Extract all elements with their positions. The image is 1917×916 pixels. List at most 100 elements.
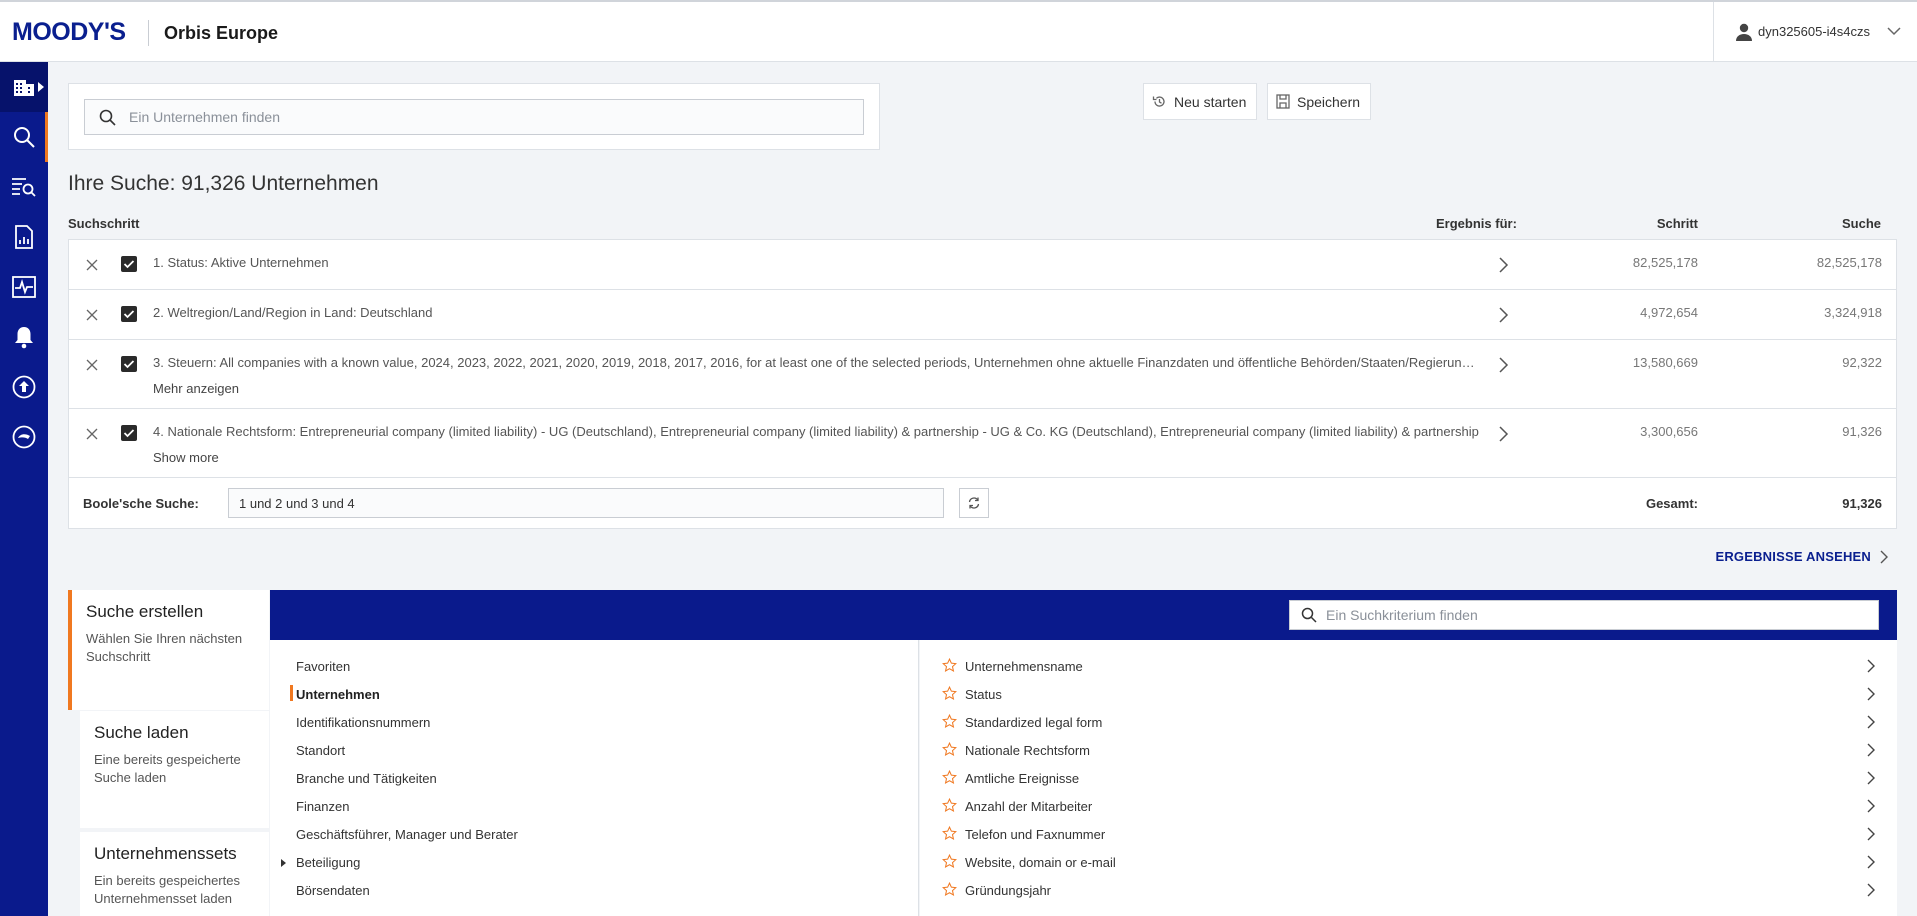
nav-monitoring[interactable] — [0, 262, 48, 312]
criteria-search-bar — [270, 590, 1897, 640]
tab-title: Suche erstellen — [86, 602, 204, 621]
category-item[interactable]: Standort — [296, 743, 345, 758]
tab-company-sets[interactable]: Unternehmenssets Ein bereits gespeichert… — [80, 832, 269, 916]
criteria-label: Anzahl der Mitarbeiter — [965, 799, 1093, 814]
category-item[interactable]: Finanzen — [296, 799, 349, 814]
chevron-right-icon — [1867, 883, 1875, 897]
category-item[interactable]: Geschäftsführer, Manager und Berater — [296, 827, 518, 842]
expand-arrow-icon[interactable] — [281, 859, 286, 867]
star-icon[interactable] — [942, 798, 957, 813]
category-item[interactable]: Börsendaten — [296, 883, 370, 898]
chevron-right-icon — [1867, 715, 1875, 729]
criteria-item[interactable]: Telefon und Faxnummer — [920, 823, 1897, 851]
nav-alerts[interactable] — [0, 312, 48, 362]
nav-search-list[interactable] — [0, 162, 48, 212]
boolean-search-row: Boole'sche Suche: Gesamt: 91,326 — [69, 478, 1896, 528]
category-item[interactable]: Unternehmen — [296, 687, 380, 702]
chevron-right-icon — [1867, 799, 1875, 813]
company-search-input[interactable] — [84, 99, 864, 135]
close-icon[interactable] — [85, 308, 99, 322]
tab-build-search[interactable]: Suche erstellen Wählen Sie Ihren nächste… — [68, 590, 269, 710]
nav-search[interactable] — [0, 112, 48, 162]
report-chart-icon — [15, 225, 33, 249]
chevron-right-icon — [1867, 771, 1875, 785]
total-label: Gesamt: — [1645, 496, 1698, 511]
close-icon[interactable] — [85, 427, 99, 441]
step-checkbox[interactable] — [121, 256, 137, 272]
view-results-label: ERGEBNISSE ANSEHEN — [1715, 549, 1871, 564]
category-item[interactable]: Favoriten — [296, 659, 350, 674]
selected-indicator — [290, 685, 293, 701]
chevron-down-icon[interactable] — [1887, 26, 1901, 36]
tab-description: Wählen Sie Ihren nächsten Suchschritt — [86, 631, 243, 664]
criteria-label: Website, domain or e-mail — [965, 855, 1116, 870]
boolean-search-input[interactable] — [228, 488, 944, 518]
step-text[interactable]: 2. Weltregion/Land/Region in Land: Deuts… — [153, 305, 1481, 320]
star-icon[interactable] — [942, 826, 957, 841]
star-icon[interactable] — [942, 882, 957, 897]
step-checkbox[interactable] — [121, 306, 137, 322]
category-item[interactable]: Beteiligung — [296, 855, 360, 870]
step-text[interactable]: 3. Steuern: All companies with a known v… — [153, 355, 1481, 370]
criteria-item[interactable]: Nationale Rechtsform — [920, 739, 1897, 767]
criteria-item[interactable]: Amtliche Ereignisse — [920, 767, 1897, 795]
view-results-link[interactable]: ERGEBNISSE ANSEHEN — [1715, 549, 1888, 564]
criteria-item[interactable]: Anzahl der Mitarbeiter — [920, 795, 1897, 823]
criteria-label: Gründungsjahr — [965, 883, 1051, 898]
nav-companies[interactable] — [0, 62, 48, 112]
category-item[interactable]: Branche und Tätigkeiten — [296, 771, 437, 786]
close-icon[interactable] — [85, 358, 99, 372]
criteria-label: Telefon und Faxnummer — [965, 827, 1106, 842]
star-icon[interactable] — [942, 714, 957, 729]
user-menu[interactable]: dyn325605-i4s4czs — [1713, 2, 1917, 62]
category-item[interactable]: Identifikationsnummern — [296, 715, 430, 730]
boolean-search-label: Boole'sche Suche: — [83, 496, 199, 511]
star-icon[interactable] — [942, 770, 957, 785]
chevron-right-icon[interactable] — [1497, 256, 1509, 274]
username: dyn325605-i4s4czs — [1758, 24, 1871, 39]
show-more-link[interactable]: Mehr anzeigen — [153, 381, 239, 396]
chevron-right-icon[interactable] — [1497, 425, 1509, 443]
pulse-icon — [12, 276, 36, 298]
star-icon[interactable] — [942, 658, 957, 673]
criteria-label: Nationale Rechtsform — [965, 743, 1090, 758]
col-header-step-count: Schritt — [1656, 216, 1698, 231]
chevron-right-icon — [1867, 743, 1875, 757]
nav-upload[interactable] — [0, 362, 48, 412]
criteria-search-input[interactable] — [1289, 600, 1879, 630]
close-icon[interactable] — [85, 258, 99, 272]
tab-load-search[interactable]: Suche laden Eine bereits gespeicherte Su… — [80, 711, 269, 828]
criteria-item[interactable]: Unternehmensname — [920, 655, 1897, 683]
side-nav — [0, 62, 48, 916]
history-icon — [1152, 96, 1165, 107]
criteria-item[interactable]: Gründungsjahr — [920, 879, 1897, 907]
nav-reports[interactable] — [0, 212, 48, 262]
show-more-link[interactable]: Show more — [153, 450, 219, 465]
moodys-logo[interactable]: MOODY'S — [12, 18, 126, 47]
step-checkbox[interactable] — [121, 356, 137, 372]
star-icon[interactable] — [942, 742, 957, 757]
criteria-item[interactable]: Standardized legal form — [920, 711, 1897, 739]
chevron-right-icon[interactable] — [1497, 306, 1509, 324]
bell-icon — [15, 327, 33, 349]
nav-export[interactable] — [0, 412, 48, 462]
col-header-step: Suchschritt — [68, 216, 140, 231]
category-list: Favoriten Unternehmen Identifikationsnum… — [270, 640, 919, 916]
criteria-item[interactable]: Status — [920, 683, 1897, 711]
step-checkbox[interactable] — [121, 425, 137, 441]
criteria-item[interactable]: Website, domain or e-mail — [920, 851, 1897, 879]
star-icon[interactable] — [942, 686, 957, 701]
chevron-right-icon — [1880, 550, 1888, 563]
search-count: 82,525,178 — [1816, 255, 1882, 270]
refresh-button[interactable] — [959, 488, 989, 518]
page-title: Ihre Suche: 91,326 Unternehmen — [68, 172, 379, 195]
step-text[interactable]: 1. Status: Aktive Unternehmen — [153, 255, 1481, 270]
export-circle-icon — [12, 425, 36, 449]
top-bar: MOODY'S Orbis Europe dyn325605-i4s4czs — [0, 0, 1917, 62]
star-icon[interactable] — [942, 854, 957, 869]
chevron-right-icon[interactable] — [1497, 356, 1509, 374]
step-text[interactable]: 4. Nationale Rechtsform: Entrepreneurial… — [153, 424, 1481, 439]
restart-button[interactable]: Neu starten — [1143, 83, 1258, 120]
save-button[interactable]: Speichern — [1267, 83, 1372, 120]
table-row: 4. Nationale Rechtsform: Entrepreneurial… — [69, 409, 1896, 478]
